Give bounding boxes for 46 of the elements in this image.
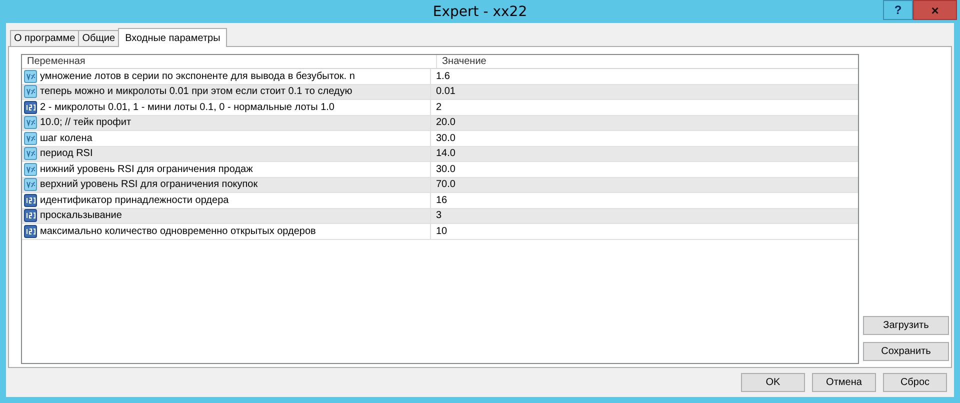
variable-value[interactable]: 30.0 [431, 164, 456, 175]
tab[interactable]: О программе [10, 30, 80, 46]
tab[interactable]: Входные параметры [118, 28, 228, 47]
float-variable-icon [24, 178, 37, 192]
integer-variable-icon [24, 224, 37, 238]
variable-value[interactable]: 14.0 [431, 148, 456, 160]
variable-value[interactable]: 70.0 [431, 179, 456, 190]
float-variable-icon [24, 147, 37, 160]
variable-value[interactable]: 1.6 [431, 70, 450, 82]
help-button[interactable]: ? [883, 0, 913, 20]
variable-name: нижний уровень RSI для ограничения продаж [40, 164, 253, 175]
variable-value[interactable]: 16 [431, 194, 448, 206]
variable-name: идентификатор принадлежности ордера [40, 194, 229, 206]
variable-value[interactable]: 20.0 [431, 117, 456, 128]
close-button[interactable]: × [913, 0, 957, 20]
variable-name: проскальзывание [40, 210, 122, 222]
variable-name: период RSI [40, 148, 93, 160]
variable-value[interactable]: 30.0 [431, 132, 456, 144]
float-variable-icon [24, 162, 37, 176]
variable-value[interactable]: 2 [431, 102, 442, 113]
variable-value[interactable]: 0.01 [431, 86, 456, 98]
variable-name: максимально количество одновременно открытых ордеров [40, 226, 316, 237]
side-button[interactable]: Загрузить [863, 316, 949, 335]
float-variable-icon [24, 132, 37, 145]
dialog-button[interactable]: Отмена [812, 373, 876, 392]
variable-name: верхний уровень RSI для ограничения покупок [40, 179, 258, 190]
column-header: Переменная [22, 55, 437, 68]
variable-name: теперь можно и микролоты 0.01 при этом если стоит 0.1 то следую [40, 86, 352, 98]
integer-variable-icon [24, 209, 37, 222]
float-variable-icon [24, 70, 37, 83]
float-variable-icon [24, 85, 37, 98]
variable-name: 10.0; // тейк профит [40, 117, 132, 128]
integer-variable-icon [24, 194, 37, 207]
variable-value[interactable]: 3 [431, 210, 442, 222]
integer-variable-icon [24, 100, 37, 114]
float-variable-icon [24, 116, 37, 130]
side-button[interactable]: Сохранить [863, 342, 949, 361]
variable-value[interactable]: 10 [431, 226, 448, 237]
window-title: Expert - xx22 [432, 4, 528, 20]
variable-name: шаг колена [40, 132, 92, 144]
variable-name: умножение лотов в серии по экспоненте для вывода в безубыток. n [40, 70, 355, 82]
variable-name: 2 - микролоты 0.01, 1 - мини лоты 0.1, 0 - нормальные лоты 1.0 [40, 102, 334, 113]
column-header: Значение [441, 55, 486, 68]
dialog-button[interactable]: Сброс [883, 373, 947, 392]
dialog-button[interactable]: OK [741, 373, 805, 392]
tab[interactable]: Общие [78, 30, 120, 46]
